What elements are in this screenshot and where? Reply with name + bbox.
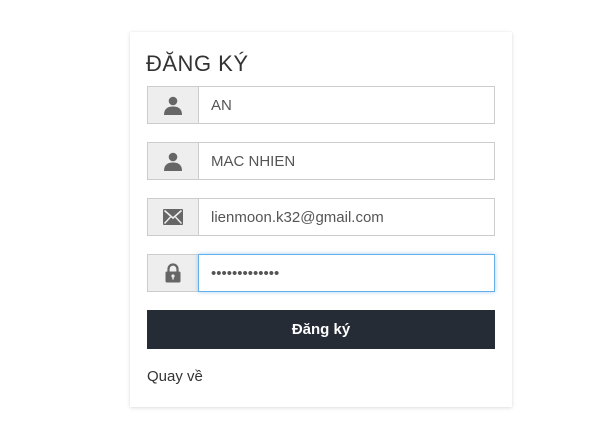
form-title: ĐĂNG KÝ	[146, 51, 249, 76]
first-name-input[interactable]	[198, 86, 495, 124]
password-field	[147, 254, 495, 292]
last-name-input[interactable]	[198, 142, 495, 180]
first-name-field	[147, 86, 495, 124]
register-card: ĐĂNG KÝ AN MAC NHIEN lienmoon.k32@gmail.…	[130, 32, 512, 407]
user-icon	[147, 86, 198, 124]
lock-icon	[147, 254, 198, 292]
password-input[interactable]	[198, 254, 495, 292]
last-name-field	[147, 142, 495, 180]
back-link[interactable]: Quay về	[147, 368, 203, 385]
user-icon	[147, 142, 198, 180]
email-field	[147, 198, 495, 236]
envelope-icon	[147, 198, 198, 236]
register-button[interactable]: Đăng ký	[147, 310, 495, 349]
email-input[interactable]	[198, 198, 495, 236]
